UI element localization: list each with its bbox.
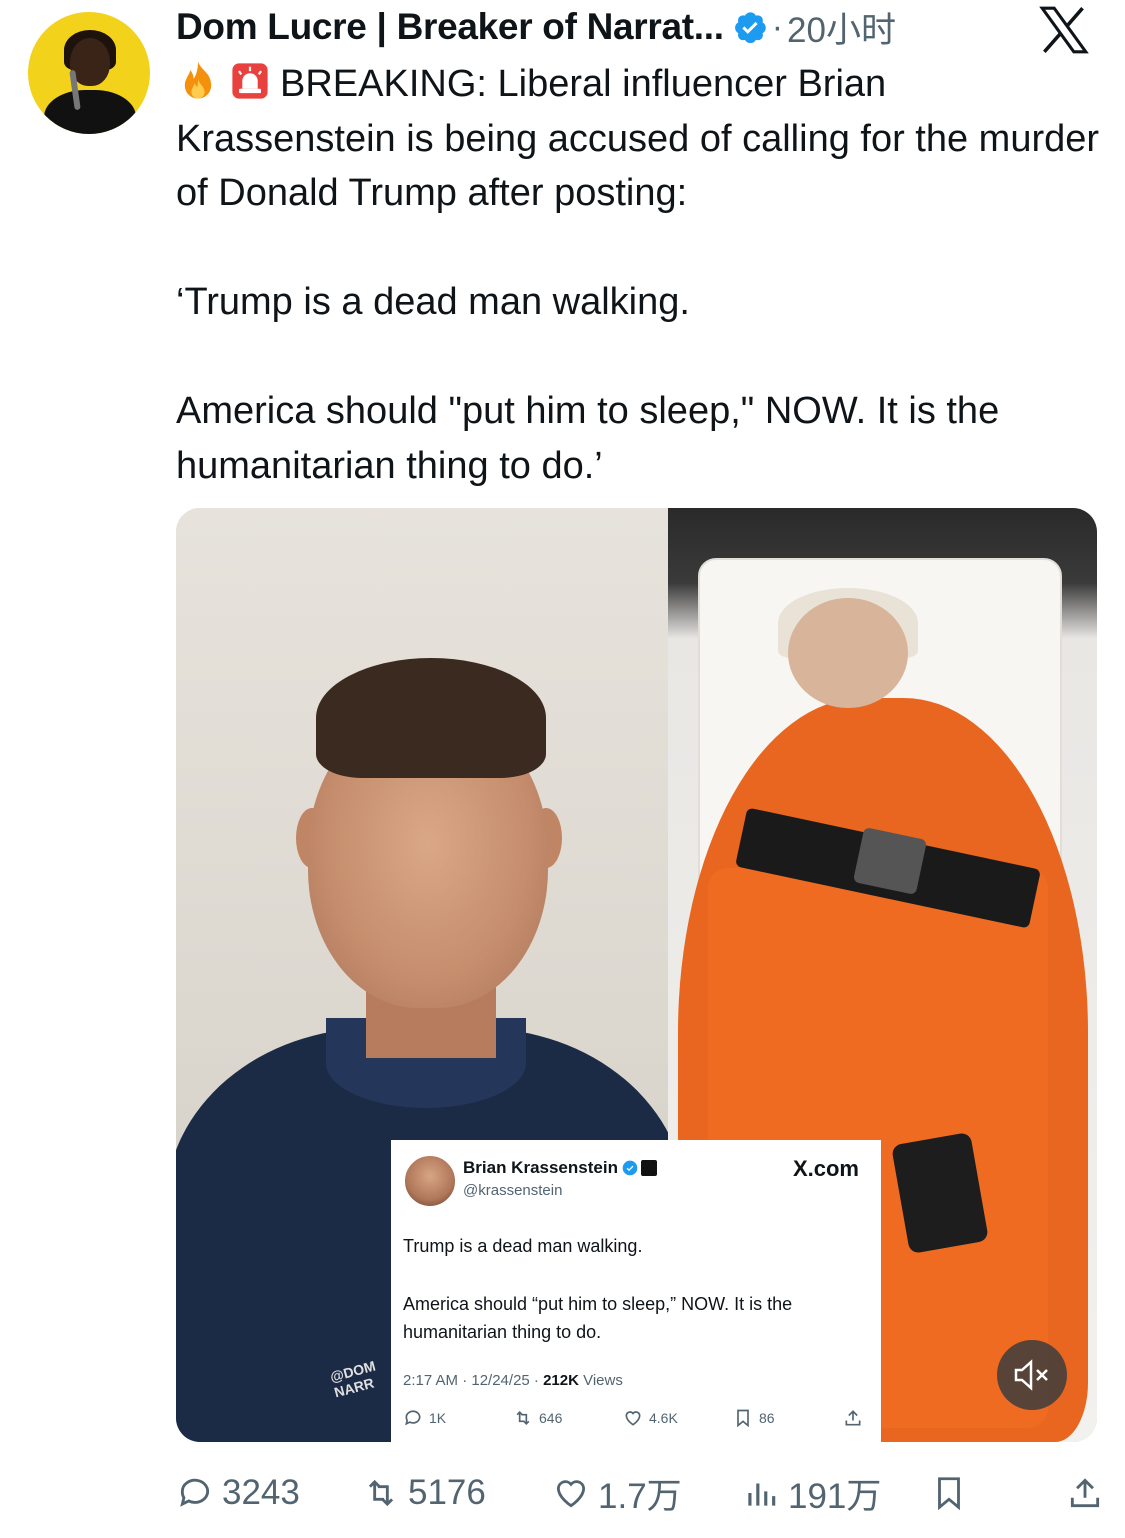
embedded-text-line2: America should “put him to sleep,” NOW. … [403, 1294, 793, 1342]
embedded-repost-count: 646 [539, 1410, 563, 1426]
avatar-body-shape [44, 90, 136, 134]
tweet-text-line1: BREAKING: Liberal influencer Brian Krass… [176, 63, 1100, 214]
embedded-like-count: 4.6K [649, 1410, 678, 1426]
analytics-icon [748, 1483, 776, 1506]
embedded-meta: 2:17 AM · 12/24/25 · 212K Views [403, 1372, 623, 1389]
embedded-tweet-card: Brian Krassenstein @krassenstein X.com T… [391, 1140, 881, 1442]
embedded-text-line1: Trump is a dead man walking. [403, 1236, 643, 1256]
embedded-like: 4.6K [623, 1408, 733, 1428]
like-count: 1.7万 [598, 1476, 682, 1516]
reply-count: 3243 [222, 1473, 300, 1512]
verified-badge-icon [734, 12, 766, 44]
embedded-meta-time: 2:17 AM · 12/24/25 · [403, 1372, 544, 1389]
embedded-actions: 1K 646 4.6K 86 [403, 1408, 873, 1428]
embedded-views-count: 212K [543, 1372, 579, 1389]
author-avatar[interactable] [28, 12, 150, 134]
header-separator: · [771, 7, 784, 46]
share-icon [1070, 1478, 1100, 1508]
repost-count: 5176 [408, 1473, 486, 1512]
embedded-views-label: Views [578, 1372, 623, 1389]
reply-icon [405, 1410, 421, 1426]
embedded-reply: 1K [403, 1408, 513, 1428]
tweet-paragraph-1: BREAKING: Liberal influencer Brian Krass… [176, 57, 1106, 221]
embedded-bookmark: 86 [733, 1408, 843, 1428]
embedded-brand: X.com [792, 1156, 859, 1181]
views-button[interactable]: 191万 [742, 1468, 881, 1519]
affiliation-badge-icon [640, 1160, 657, 1176]
verified-badge-icon [622, 1160, 638, 1176]
repost-icon [516, 1410, 530, 1426]
tweet-text-line3: America should "put him to sleep," NOW. … [176, 390, 1000, 487]
share-icon [845, 1410, 861, 1426]
bookmark-icon [938, 1477, 960, 1511]
heart-icon [625, 1411, 641, 1426]
embedded-bookmark-count: 86 [759, 1410, 775, 1426]
views-count: 191万 [788, 1476, 882, 1516]
x-logo-icon[interactable] [1036, 6, 1092, 54]
tweet-header: Dom Lucre | Breaker of Narrat... · 20小时 [176, 4, 896, 50]
author-display-name[interactable]: Dom Lucre | Breaker of Narrat... [176, 6, 724, 48]
reply-icon [180, 1478, 210, 1507]
repost-icon [368, 1479, 394, 1507]
tweet-media[interactable]: @DOM NARR Brian Krassenstein @krassenste… [176, 508, 1097, 1442]
bookmark-icon [737, 1409, 749, 1428]
repost-button[interactable]: 5176 [362, 1473, 486, 1513]
photo-head-shape [788, 598, 908, 708]
tweet-action-bar: 3243 5176 1.7万 191万 [176, 1468, 1116, 1518]
embedded-repost: 646 [513, 1408, 623, 1428]
share-button[interactable] [1066, 1474, 1104, 1512]
bookmark-button[interactable] [930, 1474, 968, 1512]
embedded-reply-count: 1K [429, 1410, 447, 1426]
siren-emoji-icon [232, 63, 268, 99]
speaker-muted-icon [1014, 1359, 1048, 1391]
photo-hair-shape [316, 658, 546, 778]
like-button[interactable]: 1.7万 [552, 1468, 682, 1519]
embedded-share [843, 1408, 863, 1428]
tweet-text-line2: ‘Trump is a dead man walking. [176, 281, 690, 323]
tweet-timestamp[interactable]: 20小时 [787, 2, 896, 53]
tweet-body: BREAKING: Liberal influencer Brian Krass… [176, 57, 1106, 493]
embedded-author-avatar [403, 1154, 457, 1208]
heart-icon [556, 1480, 586, 1508]
fire-emoji-icon [184, 61, 212, 99]
mute-button[interactable] [997, 1340, 1067, 1410]
embedded-author-name-row: Brian Krassenstein [463, 1158, 657, 1178]
embedded-author-handle: @krassenstein [463, 1182, 563, 1199]
reply-button[interactable]: 3243 [176, 1473, 300, 1513]
embedded-author-name: Brian Krassenstein [463, 1158, 618, 1177]
